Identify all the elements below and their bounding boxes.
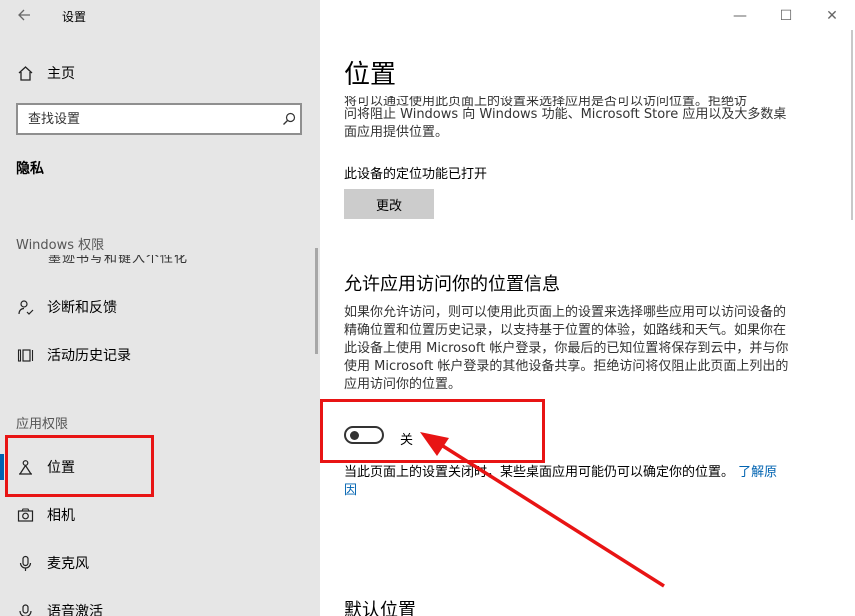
- voice-activation-icon: [15, 601, 35, 616]
- allow-apps-heading: 允许应用访问你的位置信息: [344, 274, 560, 295]
- main-scrollbar[interactable]: [851, 30, 853, 220]
- device-location-status: 此设备的定位功能已打开: [344, 167, 488, 182]
- minimize-button[interactable]: —: [717, 0, 763, 32]
- sidebar-item-label: 诊断和反馈: [47, 300, 117, 316]
- sidebar-item-label: 麦克风: [47, 556, 89, 572]
- default-location-heading: 默认位置: [344, 600, 416, 616]
- close-button[interactable]: ✕: [809, 0, 855, 32]
- search-icon[interactable]: [278, 112, 300, 126]
- sidebar-item-activity-history[interactable]: 活动历史记录: [0, 339, 320, 371]
- search-box[interactable]: [16, 103, 302, 135]
- sidebar-item-microphone[interactable]: 麦克风: [0, 547, 320, 579]
- annotation-box-toggle: [320, 399, 545, 463]
- sidebar-item-voice-activation[interactable]: 语音激活: [0, 595, 320, 616]
- activity-history-icon: [15, 345, 35, 365]
- search-input[interactable]: [18, 110, 278, 128]
- sidebar-item-diagnostics[interactable]: 诊断和反馈: [0, 291, 320, 323]
- sidebar-item-label: 语音激活: [47, 604, 103, 616]
- annotation-box-location: [5, 435, 154, 497]
- title-bar: 设置: [0, 0, 320, 32]
- note-text: 当此页面上的设置关闭时，某些桌面应用可能仍可以确定你的位置。: [344, 465, 735, 480]
- allow-apps-description: 如果你允许访问，则可以使用此页面上的设置来选择哪些应用可以访问设备的精确位置和位…: [344, 305, 789, 392]
- home-icon: [15, 63, 35, 83]
- sidebar-item-label: 相机: [47, 508, 75, 524]
- diagnostics-icon: [15, 297, 35, 317]
- sidebar-item-label: 主页: [47, 66, 75, 82]
- desktop-apps-note: 当此页面上的设置关闭时，某些桌面应用可能仍可以确定你的位置。 了解原因: [344, 464, 789, 500]
- maximize-button[interactable]: ☐: [763, 0, 809, 32]
- minimize-icon: —: [733, 8, 747, 24]
- sidebar-item-home[interactable]: 主页: [0, 57, 320, 89]
- sidebar: 设置 主页 隐私 Windows 权限 墨迹书写和键入个性化 诊断和反馈 活动历…: [0, 0, 320, 616]
- close-icon: ✕: [826, 8, 838, 24]
- back-button[interactable]: [10, 4, 38, 28]
- maximize-icon: ☐: [779, 8, 793, 24]
- sidebar-item-partial[interactable]: 墨迹书写和键入个性化: [48, 255, 188, 267]
- group-label-windows: Windows 权限: [16, 238, 105, 253]
- intro-text: 问将阻止 Windows 向 Windows 功能、Microsoft Stor…: [344, 107, 787, 140]
- camera-icon: [15, 505, 35, 525]
- category-title: 隐私: [16, 161, 44, 177]
- microphone-icon: [15, 553, 35, 573]
- sidebar-item-label: 活动历史记录: [47, 348, 131, 364]
- page-title: 位置: [344, 60, 397, 90]
- main-panel: — ☐ ✕ 位置 将可以通过使用此页面上的设置来选择应用是否可以访问位置。拒绝访…: [320, 0, 855, 616]
- group-label-apps: 应用权限: [16, 417, 69, 432]
- sidebar-item-camera[interactable]: 相机: [0, 499, 320, 531]
- app-title: 设置: [62, 10, 87, 24]
- sidebar-scrollbar[interactable]: [315, 248, 318, 354]
- window-controls: — ☐ ✕: [717, 0, 855, 32]
- change-button[interactable]: 更改: [344, 189, 434, 219]
- arrow-left-icon: [17, 7, 31, 26]
